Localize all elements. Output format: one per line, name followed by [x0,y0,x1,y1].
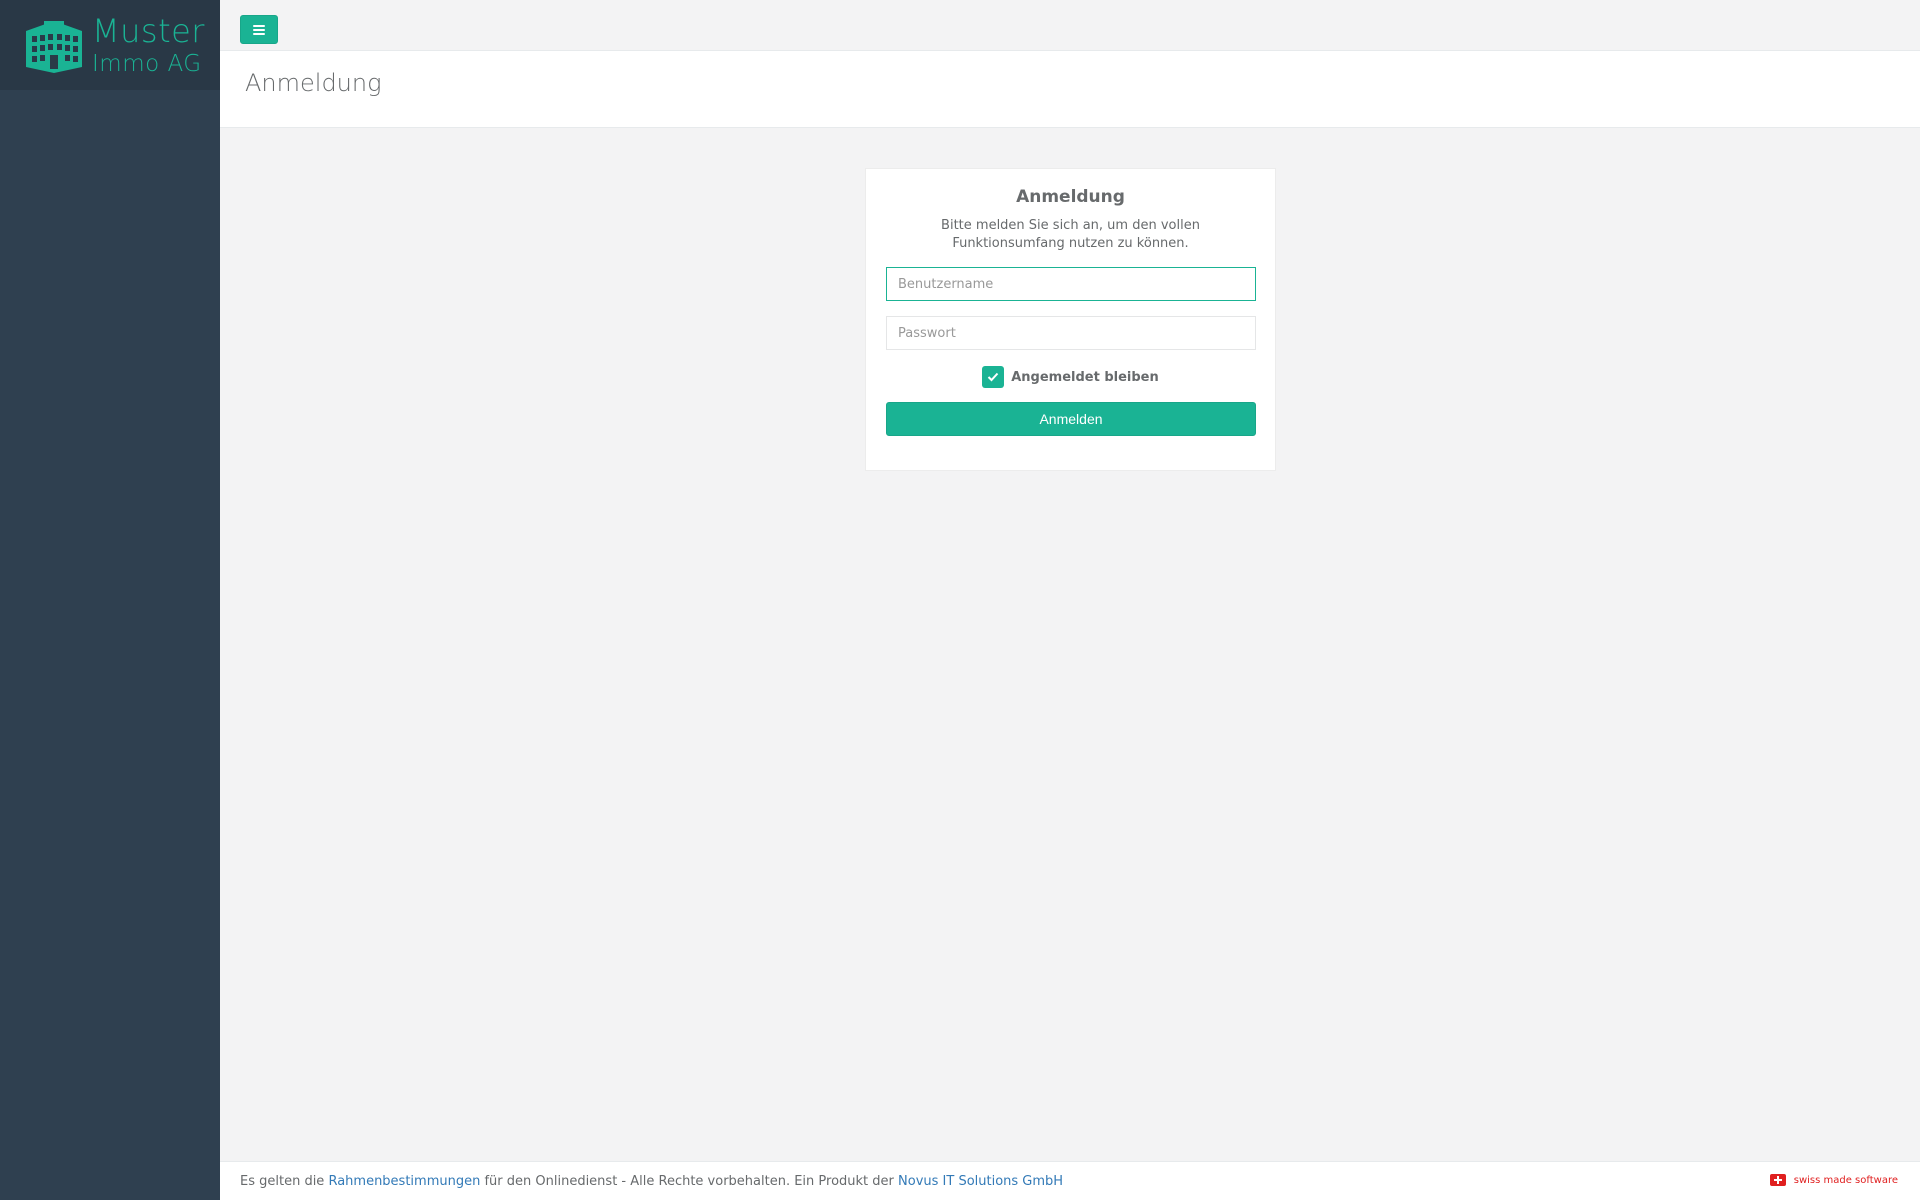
footer-text-middle: für den Onlinedienst - Alle Rechte vorbe… [480,1174,899,1189]
login-description: Bitte melden Sie sich an, um den vollen … [941,218,1200,251]
hamburger-icon [253,24,265,35]
brand-name: Muster Immo AG [92,15,205,76]
remember-me: Angemeldet bleiben [866,366,1275,388]
checkmark-icon [988,372,999,382]
footer: Es gelten die Rahmenbestimmungen für den… [220,1161,1920,1200]
swiss-made-text: swiss made software [1793,1174,1898,1186]
swiss-flag-icon [1769,1174,1786,1186]
brand-logo[interactable]: Muster Immo AG [0,0,220,90]
brand-name-line1: Muster [92,11,205,50]
remember-me-checkbox[interactable] [982,366,1005,388]
sidebar: Muster Immo AG [0,0,220,1200]
footer-text: Es gelten die Rahmenbestimmungen für den… [240,1174,1063,1189]
top-navbar [220,0,1920,51]
login-panel: Anmeldung Bitte melden Sie sich an, um d… [865,168,1276,471]
terms-link[interactable]: Rahmenbestimmungen [328,1174,480,1189]
swiss-made-badge: swiss made software [1769,1174,1898,1186]
sidebar-toggle-button[interactable] [240,15,278,44]
password-input[interactable] [886,316,1256,350]
login-button[interactable]: Anmelden [886,402,1256,436]
remember-me-label[interactable]: Angemeldet bleiben [1011,370,1159,385]
username-input[interactable] [886,267,1256,301]
building-icon [26,21,82,73]
footer-text-before: Es gelten die [240,1174,329,1189]
login-title: Anmeldung [1016,187,1125,207]
brand-name-line2: Immo AG [92,50,202,77]
company-link[interactable]: Novus IT Solutions GmbH [898,1174,1063,1189]
page-heading: Anmeldung [220,51,1920,128]
page-title: Anmeldung [245,69,382,97]
